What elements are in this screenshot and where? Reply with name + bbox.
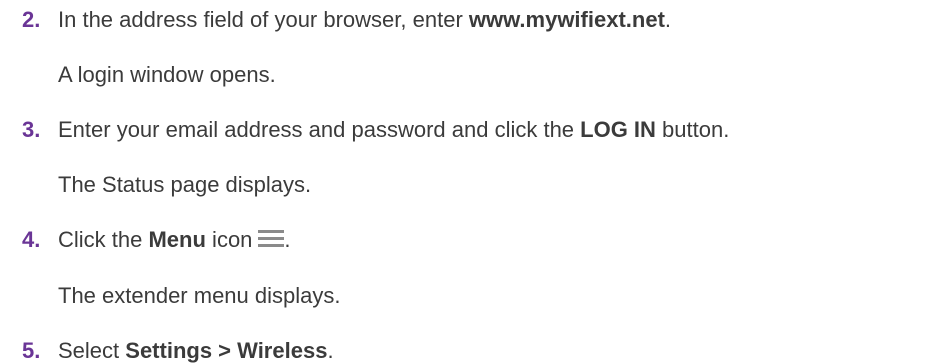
step-number: 4. — [22, 227, 41, 252]
url-text: www.mywifiext.net — [468, 7, 665, 32]
menu-label: Menu — [148, 227, 206, 252]
step-number: 3. — [22, 117, 41, 142]
step-instruction: In the address field of your browser, en… — [58, 7, 672, 32]
step-number: 5. — [22, 338, 41, 363]
step-number: 2. — [22, 7, 41, 32]
hamburger-menu-icon — [258, 230, 285, 248]
step-instruction: Click the Menu icon. — [58, 227, 291, 252]
step-result: The extender menu displays. — [58, 283, 341, 308]
settings-path: Settings > Wireless — [125, 338, 328, 363]
step-result: The Status page displays. — [58, 172, 312, 197]
login-button-label: LOG IN — [580, 117, 656, 142]
step-instruction: Select Settings > Wireless. — [58, 338, 334, 363]
step-instruction: Enter your email address and password an… — [58, 117, 730, 142]
step-result: A login window opens. — [58, 62, 276, 87]
